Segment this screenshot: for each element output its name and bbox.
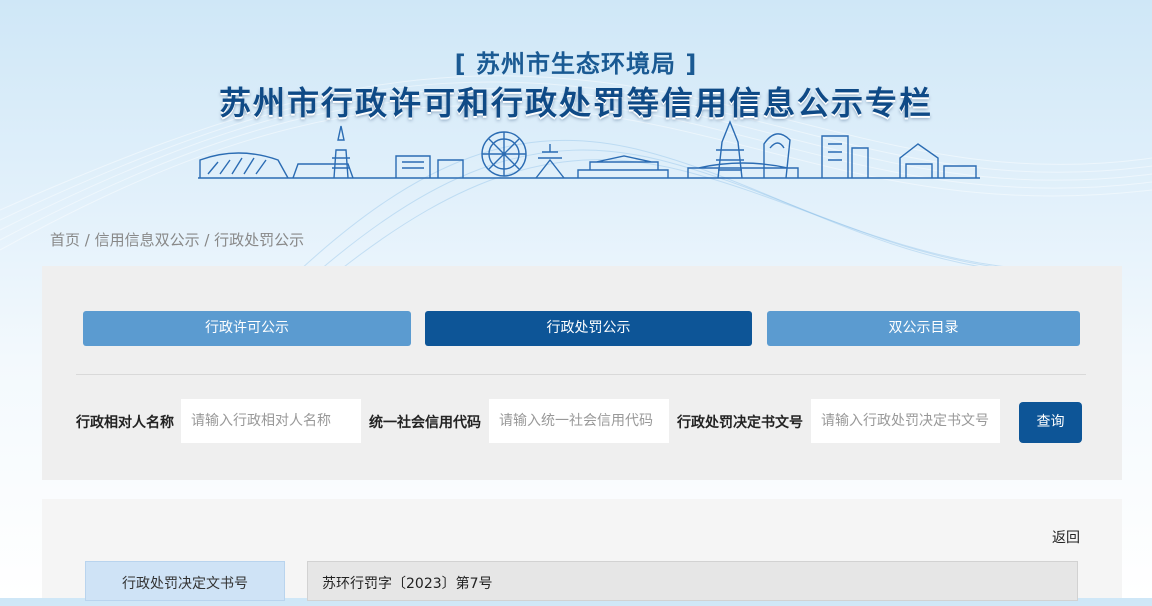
credit-code-input[interactable] [489, 399, 669, 443]
decision-number-input[interactable] [811, 399, 1000, 443]
detail-row-value: 苏环行罚字〔2023〕第7号 [307, 561, 1078, 601]
tab-dual-publicity-catalog[interactable]: 双公示目录 [767, 311, 1080, 346]
detail-row-label: 行政处罚决定文书号 [85, 561, 285, 601]
credit-code-label: 统一社会信用代码 [369, 415, 481, 431]
subject-name-input[interactable] [181, 399, 361, 443]
decision-number-label: 行政处罚决定书文号 [677, 415, 803, 431]
detail-panel: 返回 行政处罚决定文书号 苏环行罚字〔2023〕第7号 [42, 499, 1122, 601]
tab-license-publicity[interactable]: 行政许可公示 [83, 311, 411, 346]
query-button[interactable]: 查询 [1019, 402, 1082, 443]
search-panel: 行政许可公示 行政处罚公示 双公示目录 行政相对人名称 统一社会信用代码 行政处… [42, 266, 1122, 480]
back-link[interactable]: 返回 [1052, 527, 1080, 547]
divider [76, 374, 1086, 375]
city-skyline-icon [198, 120, 980, 179]
breadcrumb[interactable]: 首页 / 信用信息双公示 / 行政处罚公示 [50, 229, 304, 250]
department-name: [ 苏州市生态环境局 ] [454, 50, 698, 78]
tab-penalty-publicity[interactable]: 行政处罚公示 [425, 311, 752, 346]
subject-name-label: 行政相对人名称 [76, 415, 174, 431]
